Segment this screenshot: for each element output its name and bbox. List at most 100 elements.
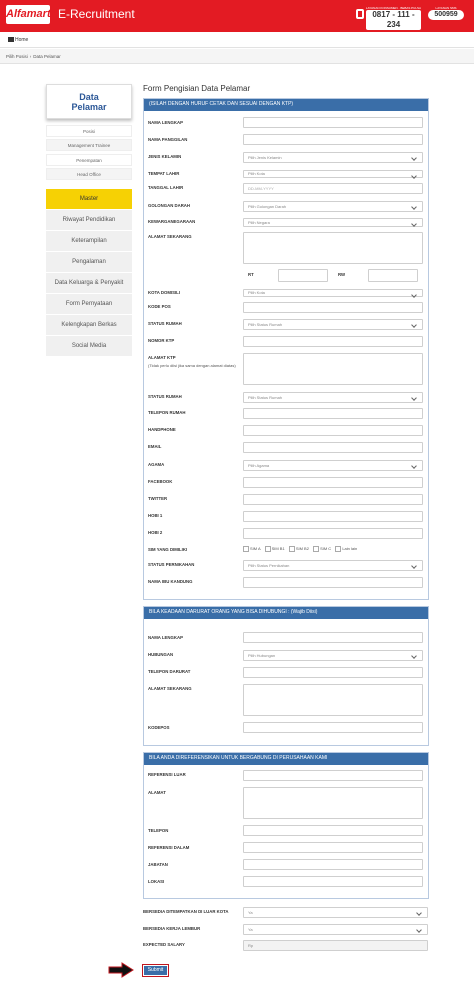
alamat-ktp-label: ALAMAT KTP [148, 355, 176, 360]
nama-lengkap-input[interactable] [243, 117, 423, 128]
alfamart-logo[interactable]: Alfamart [6, 5, 51, 24]
sim-c-checkbox[interactable] [313, 546, 320, 552]
alamat-sekarang-textarea[interactable] [243, 232, 423, 264]
form-title: Form Pengisian Data Pelamar [143, 84, 251, 93]
rw-input[interactable] [368, 269, 418, 282]
placement-value: Head Office [46, 168, 132, 180]
hobi1-label: HOBI 1 [148, 513, 163, 518]
kota-domisili-select[interactable]: Pilih Kota [243, 289, 423, 297]
sidebar-item-keterampilan[interactable]: Keterampilan [46, 231, 132, 252]
home-icon[interactable] [8, 37, 14, 42]
sim-a-checkbox[interactable] [243, 546, 249, 552]
jenis-kelamin-label: JENIS KELAMIN [148, 154, 182, 159]
app-title: E-Recruitment [58, 7, 135, 21]
bersedia-lembur-select[interactable]: Ya [243, 924, 428, 935]
rt-input[interactable] [278, 269, 328, 282]
sidebar-item-kelengkapan-berkas[interactable]: Kelengkapan Berkas [46, 315, 132, 336]
submit-button-label: Submit [144, 966, 167, 975]
bersedia-luar-kota-select[interactable]: Ya [243, 907, 428, 918]
referensi-dalam-label: REFERENSI DALAM [148, 845, 190, 850]
referensi-luar-input[interactable] [243, 770, 423, 781]
sidebar-item-data-keluarga[interactable]: Data Keluarga & Penyakit [46, 273, 132, 294]
arrow-right-icon [108, 962, 134, 978]
twitter-label: TWITTER [148, 496, 168, 501]
phone-icon [356, 9, 364, 19]
telepon-darurat-input[interactable] [243, 667, 423, 678]
expected-salary-input[interactable]: Rp [243, 940, 428, 951]
nomor-ktp-input[interactable] [243, 336, 423, 347]
lokasi-label: LOKASI [148, 879, 165, 884]
nama-ibu-input[interactable] [243, 577, 423, 588]
section-referensi-header: BILA ANDA DIREFERENSIKAN UNTUK BERGABUNG… [144, 753, 428, 765]
submit-button[interactable]: Submit [142, 964, 169, 977]
nama-ibu-label: NAMA IBU KANDUNG [148, 579, 193, 584]
status-pernikahan-select[interactable]: Pilih Status Pernikahan [243, 560, 423, 571]
referensi-alamat-textarea[interactable] [243, 787, 423, 819]
hobi2-input[interactable] [243, 528, 423, 539]
referensi-alamat-label: ALAMAT [148, 790, 166, 795]
darurat-kodepos-input[interactable] [243, 722, 423, 733]
tanggal-lahir-label: TANGGAL LAHIR [148, 185, 184, 190]
home-link[interactable]: Home [15, 37, 28, 43]
sms-number: 500959 [428, 10, 464, 20]
darurat-nama-input[interactable] [243, 632, 423, 643]
kewarganegaraan-label: KEWARGANEGARAAN [148, 219, 196, 224]
sidebar-item-master[interactable]: Master [46, 189, 132, 210]
sidebar-item-pengalaman[interactable]: Pengalaman [46, 252, 132, 273]
sim-b1-label: SIM B1 [271, 546, 285, 552]
agama-select[interactable]: Pilih Agama [243, 460, 423, 471]
breadcrumb-item[interactable]: Pilih Posisi [6, 54, 28, 59]
placement-label: Penempatan [46, 154, 132, 166]
sidebar-title-line: Pelamar [71, 102, 107, 112]
sidebar-item-riwayat-pendidikan[interactable]: Riwayat Pendidikan [46, 210, 132, 231]
alamat-ktp-textarea[interactable] [243, 353, 423, 385]
jabatan-input[interactable] [243, 859, 423, 870]
facebook-input[interactable] [243, 477, 423, 488]
kewarganegaraan-select[interactable]: Pilih Negara [243, 218, 423, 227]
golongan-darah-label: GOLONGAN DARAH [148, 203, 191, 208]
lokasi-input[interactable] [243, 876, 423, 887]
agama-label: AGAMA [148, 462, 165, 467]
jenis-kelamin-select[interactable]: Pilih Jenis Kelamin [243, 152, 423, 163]
sidebar-title-line: Data [79, 92, 99, 102]
sim-lain-checkbox[interactable] [335, 546, 342, 552]
kode-pos-label: KODE POS [148, 304, 171, 309]
darurat-nama-label: NAMA LENGKAP [148, 635, 183, 640]
golongan-darah-select[interactable]: Pilih Golongan Darah [243, 201, 423, 212]
bersedia-lembur-label: BERSEDIA KERJA LEMBUR [143, 926, 201, 931]
hobi2-label: HOBI 2 [148, 530, 163, 535]
sidebar-item-form-pernyataan[interactable]: Form Pernyataan [46, 294, 132, 315]
rt-label: RT [248, 272, 254, 277]
referensi-dalam-input[interactable] [243, 842, 423, 853]
darurat-alamat-label: ALAMAT SEKARANG [148, 686, 192, 691]
tempat-lahir-label: TEMPAT LAHIR [148, 171, 180, 176]
twitter-input[interactable] [243, 494, 423, 505]
handphone-label: HANDPHONE [148, 427, 176, 432]
hubungan-label: HUBUNGAN [148, 652, 174, 657]
tanggal-lahir-input[interactable]: DD-MM-YYYY [243, 183, 423, 194]
sim-b1-checkbox[interactable] [264, 546, 271, 552]
tempat-lahir-select[interactable]: Pilih Kota [243, 170, 423, 178]
sim-b2-checkbox[interactable] [288, 546, 295, 552]
hobi1-input[interactable] [243, 511, 423, 522]
hubungan-select[interactable]: Pilih Hubungan [243, 650, 423, 661]
status-rumah-select[interactable]: Pilih Status Rumah [243, 319, 423, 330]
darurat-alamat-textarea[interactable] [243, 684, 423, 716]
referensi-telepon-input[interactable] [243, 825, 423, 836]
breadcrumb-item: Data Pelamar [33, 54, 61, 59]
sim-lain-label: Lain lain [342, 546, 358, 552]
status-rumah-ktp-select[interactable]: Pilih Status Rumah [243, 392, 423, 403]
email-label: EMAIL [148, 444, 162, 449]
referensi-telepon-label: TELEPON [148, 828, 169, 833]
sim-c-label: SIM C [320, 546, 332, 552]
telepon-rumah-input[interactable] [243, 408, 423, 419]
email-input[interactable] [243, 442, 423, 453]
nama-panggilan-input[interactable] [243, 134, 423, 145]
status-rumah-label: STATUS RUMAH [148, 321, 182, 326]
sidebar-item-social-media[interactable]: Social Media [46, 336, 132, 357]
handphone-input[interactable] [243, 425, 423, 436]
darurat-kodepos-label: KODEPOS [148, 725, 170, 730]
position-label: Posisi [46, 125, 132, 137]
kode-pos-input[interactable] [243, 302, 423, 313]
alamat-ktp-note: (Tidak perlu diisi jika sama dengan alam… [148, 363, 236, 368]
